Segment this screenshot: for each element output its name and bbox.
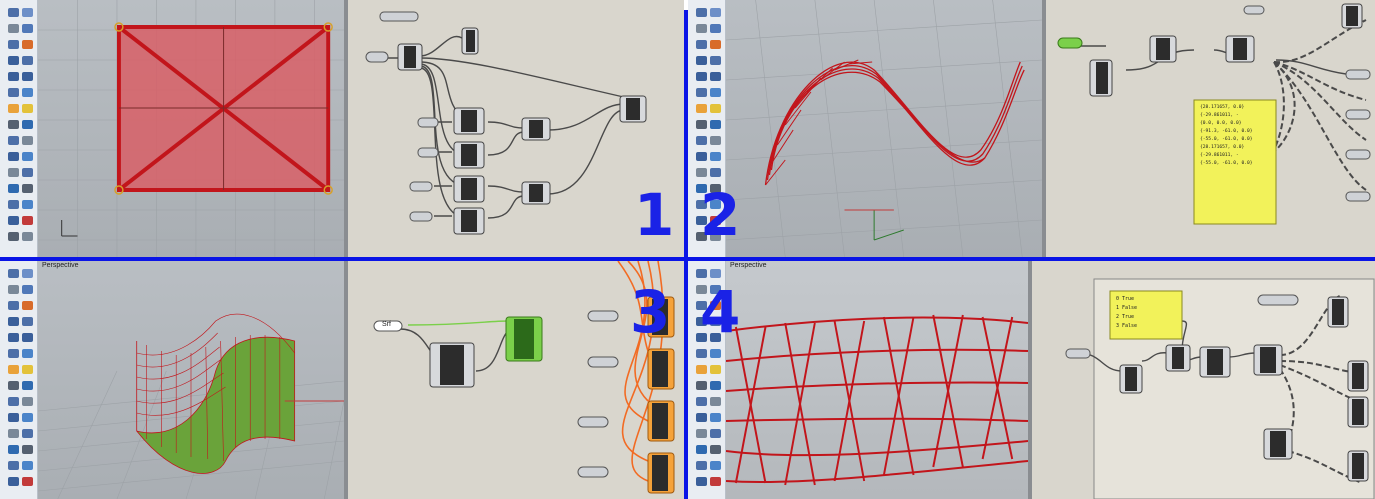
rhino-toolbar[interactable] xyxy=(0,0,38,257)
panel-line: 1 False xyxy=(1116,305,1138,311)
quadrant-number-1: 1 xyxy=(634,181,675,249)
toolbar-icons[interactable] xyxy=(0,0,38,257)
quadrant-number-4: 4 xyxy=(700,278,741,346)
panel-line: 2 True xyxy=(1116,314,1135,320)
rhino-viewport-perspective[interactable] xyxy=(726,0,1046,257)
panel-line: {28.171657, 0.0} xyxy=(1200,145,1245,150)
panel-line: 0 True xyxy=(1116,296,1135,302)
quadrant-number-2: 2 xyxy=(700,181,741,249)
panel-line: {-55.0, -61.0, 0.0} xyxy=(1200,161,1253,166)
toolbar-icons[interactable] xyxy=(0,261,38,499)
panel-line: {0.0, 0.0, 0.0} xyxy=(1200,121,1242,126)
panel-line: 3 False xyxy=(1116,323,1138,329)
quadrant-3: Perspective Srf 3 xyxy=(0,261,684,499)
quadrant-4: Perspective 0 True 1 False 2 True 3 Fals… xyxy=(688,261,1375,499)
yellow-panel: 0 True 1 False 2 True 3 False xyxy=(1116,295,1180,337)
srf-param-label: Srf xyxy=(382,321,391,328)
quadrant-2: {28.171657, 0.0} {-29.861011, - {0.0, 0.… xyxy=(688,0,1375,257)
grasshopper-canvas[interactable]: {28.171657, 0.0} {-29.861011, - {0.0, 0.… xyxy=(1046,0,1375,257)
rhino-viewport-perspective[interactable]: Perspective xyxy=(726,261,1032,499)
panel-line: {28.171657, 0.0} xyxy=(1200,105,1245,110)
yellow-panel: {28.171657, 0.0} {-29.861011, - {0.0, 0.… xyxy=(1200,104,1274,222)
rhino-viewport-top[interactable] xyxy=(38,0,348,257)
rhino-viewport-perspective[interactable]: Perspective xyxy=(38,261,348,499)
quadrant-number-3: 3 xyxy=(630,278,671,346)
panel-line: {-29.861011, - xyxy=(1200,113,1239,118)
vertical-divider xyxy=(684,10,688,499)
quadrant-1: 1 xyxy=(0,0,684,257)
panel-line: {-55.0, -61.0, 0.0} xyxy=(1200,137,1253,142)
panel-line: {-29.861011, - xyxy=(1200,153,1239,158)
rhino-toolbar[interactable] xyxy=(0,261,38,499)
panel-line: {-91.3, -61.0, 0.0} xyxy=(1200,129,1253,134)
grasshopper-canvas[interactable]: 0 True 1 False 2 True 3 False xyxy=(1032,261,1375,499)
horizontal-divider xyxy=(0,257,1375,261)
